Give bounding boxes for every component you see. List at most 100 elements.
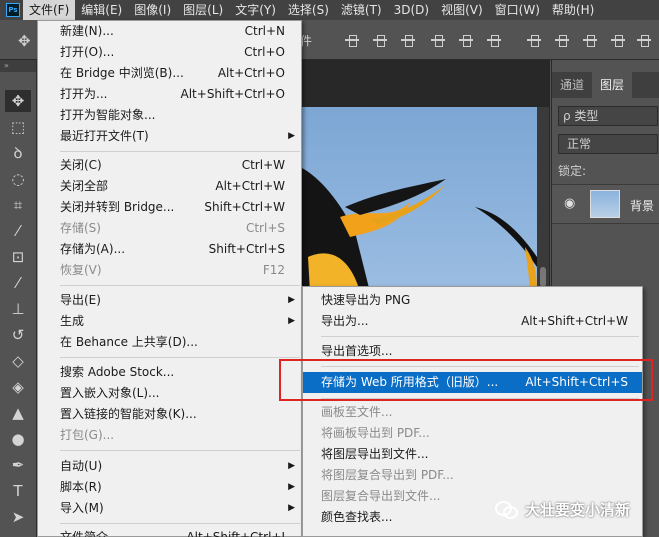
lock-label: 锁定: [558, 164, 587, 178]
eyedropper-icon[interactable]: ⁄ [5, 220, 31, 242]
file-menu: 新建(N)... Ctrl+N 打开(O)... Ctrl+O 在 Bridge 中… [37, 20, 302, 537]
annotation-highlight-box [279, 359, 653, 401]
menu-item-generate[interactable]: 生成 ▶ [38, 311, 301, 332]
tools-panel: » ✥ ⬚ ꝺ ◌ ⌗ ⁄ ⊡ ⁄ ⊥ ↺ ◇ ◈ ▲ ● ✒ T ➤ [0, 60, 37, 537]
menu-separator [60, 285, 300, 286]
submenu-arrow-icon: ▶ [288, 482, 295, 492]
align-left-icon[interactable] [430, 32, 446, 48]
menu-item-package[interactable]: 打包(G)... [38, 425, 301, 446]
distribute-left-icon[interactable] [610, 32, 626, 48]
menu-item-close-goto-bridge[interactable]: 关闭并转到 Bridge... Shift+Ctrl+W [38, 197, 301, 218]
distribute-bottom-icon[interactable] [582, 32, 598, 48]
align-bottom-icon[interactable] [400, 32, 416, 48]
menu-type[interactable]: 文字(Y) [229, 0, 282, 20]
layer-kind-filter[interactable]: ρ 类型 [558, 106, 658, 126]
menu-item-recent-files[interactable]: 最近打开文件(T) ▶ [38, 126, 301, 147]
submenu-item-export-as[interactable]: 导出为... Alt+Shift+Ctrl+W [303, 311, 642, 332]
blend-mode-select[interactable]: 正常 [558, 134, 658, 154]
history-brush-icon[interactable]: ↺ [5, 324, 31, 346]
menu-3d[interactable]: 3D(D) [388, 0, 435, 20]
align-right-icon[interactable] [486, 32, 502, 48]
menu-item-scripts[interactable]: 脚本(R) ▶ [38, 477, 301, 498]
menu-view[interactable]: 视图(V) [435, 0, 489, 20]
menu-item-close[interactable]: 关闭(C) Ctrl+W [38, 155, 301, 176]
path-select-icon[interactable]: ➤ [5, 506, 31, 528]
quick-select-icon[interactable]: ◌ [5, 168, 31, 190]
tools-panel-header[interactable]: » [0, 60, 36, 72]
menu-separator [60, 523, 300, 524]
watermark: 大壮要变小清新 [495, 498, 630, 520]
menu-item-open-as[interactable]: 打开为... Alt+Shift+Ctrl+O [38, 84, 301, 105]
menu-separator [60, 450, 300, 451]
menu-item-export[interactable]: 导出(E) ▶ [38, 290, 301, 311]
menu-file[interactable]: 文件(F) [23, 0, 76, 20]
brush-icon[interactable]: ⁄ [5, 272, 31, 294]
canvas-scrollbar[interactable] [537, 107, 549, 292]
distribute-vcenter-icon[interactable] [554, 32, 570, 48]
blur-icon[interactable]: ▲ [5, 402, 31, 424]
lasso-icon[interactable]: ꝺ [5, 142, 31, 164]
clone-stamp-icon[interactable]: ⊥ [5, 298, 31, 320]
menu-image[interactable]: 图像(I) [128, 0, 177, 20]
dodge-icon[interactable]: ● [5, 428, 31, 450]
tab-channels[interactable]: 通道 [552, 72, 592, 98]
move-tool-icon[interactable]: ✥ [18, 32, 31, 50]
align-top-icon[interactable] [344, 32, 360, 48]
menu-item-search-adobe-stock[interactable]: 搜索 Adobe Stock... [38, 362, 301, 383]
visibility-eye-icon[interactable]: ◉ [564, 196, 575, 211]
menu-separator [60, 357, 300, 358]
submenu-item-layer-comps-to-pdf[interactable]: 将图层复合导出到 PDF... [303, 465, 642, 486]
menu-bar: Ps 文件(F) 编辑(E) 图像(I) 图层(L) 文字(Y) 选择(S) 滤… [0, 0, 659, 20]
type-icon[interactable]: T [5, 480, 31, 502]
healing-brush-icon[interactable]: ⊡ [5, 246, 31, 268]
distribute-top-icon[interactable] [526, 32, 542, 48]
menu-select[interactable]: 选择(S) [282, 0, 335, 20]
paint-bucket-icon[interactable]: ◈ [5, 376, 31, 398]
menu-item-place-linked[interactable]: 置入链接的智能对象(K)... [38, 404, 301, 425]
align-vcenter-icon[interactable] [372, 32, 388, 48]
submenu-arrow-icon: ▶ [288, 461, 295, 471]
menu-item-open[interactable]: 打开(O)... Ctrl+O [38, 42, 301, 63]
submenu-item-layers-to-files[interactable]: 将图层导出到文件... [303, 444, 642, 465]
menu-item-file-info[interactable]: 文件简介 Alt+Shift+Ctrl+I [38, 527, 301, 537]
menu-item-revert[interactable]: 恢复(V) F12 [38, 260, 301, 281]
submenu-item-quick-export-png[interactable]: 快速导出为 PNG [303, 290, 642, 311]
submenu-arrow-icon: ▶ [288, 503, 295, 513]
menu-item-browse-bridge[interactable]: 在 Bridge 中浏览(B)... Alt+Ctrl+O [38, 63, 301, 84]
submenu-arrow-icon: ▶ [288, 295, 295, 305]
watermark-text: 大壮要变小清新 [525, 500, 631, 519]
pen-icon[interactable]: ✒ [5, 454, 31, 476]
tab-layers[interactable]: 图层 [592, 72, 633, 98]
photoshop-logo-icon: Ps [3, 0, 23, 20]
menu-item-import[interactable]: 导入(M) ▶ [38, 498, 301, 519]
align-hcenter-icon[interactable] [458, 32, 474, 48]
crop-icon[interactable]: ⌗ [5, 194, 31, 216]
submenu-item-artboards-to-pdf[interactable]: 将画板导出到 PDF... [303, 423, 642, 444]
menu-item-place-embedded[interactable]: 置入嵌入对象(L)... [38, 383, 301, 404]
menu-item-save[interactable]: 存储(S) Ctrl+S [38, 218, 301, 239]
scrollbar-thumb[interactable] [540, 267, 546, 287]
submenu-arrow-icon: ▶ [288, 131, 295, 141]
menu-edit[interactable]: 编辑(E) [75, 0, 128, 20]
distribute-hcenter-icon[interactable] [636, 32, 652, 48]
menu-help[interactable]: 帮助(H) [546, 0, 600, 20]
menu-item-close-all[interactable]: 关闭全部 Alt+Ctrl+W [38, 176, 301, 197]
menu-layer[interactable]: 图层(L) [177, 0, 229, 20]
menu-filter[interactable]: 滤镜(T) [335, 0, 388, 20]
menu-item-open-smart-object[interactable]: 打开为智能对象... [38, 105, 301, 126]
menu-item-save-as[interactable]: 存储为(A)... Shift+Ctrl+S [38, 239, 301, 260]
menu-item-share-behance[interactable]: 在 Behance 上共享(D)... [38, 332, 301, 353]
layer-row[interactable]: ◉ 背景 [552, 184, 659, 224]
eraser-icon[interactable]: ◇ [5, 350, 31, 372]
submenu-arrow-icon: ▶ [288, 316, 295, 326]
canvas-image[interactable] [300, 107, 537, 292]
menu-item-automate[interactable]: 自动(U) ▶ [38, 456, 301, 477]
submenu-item-artboards-to-files[interactable]: 画板至文件... [303, 402, 642, 423]
penguin-photo [300, 167, 537, 292]
move-icon[interactable]: ✥ [5, 90, 31, 112]
menu-item-new[interactable]: 新建(N)... Ctrl+N [38, 21, 301, 42]
layer-name: 背景 [630, 199, 655, 213]
marquee-icon[interactable]: ⬚ [5, 116, 31, 138]
layer-thumbnail [590, 190, 620, 218]
menu-window[interactable]: 窗口(W) [489, 0, 546, 20]
